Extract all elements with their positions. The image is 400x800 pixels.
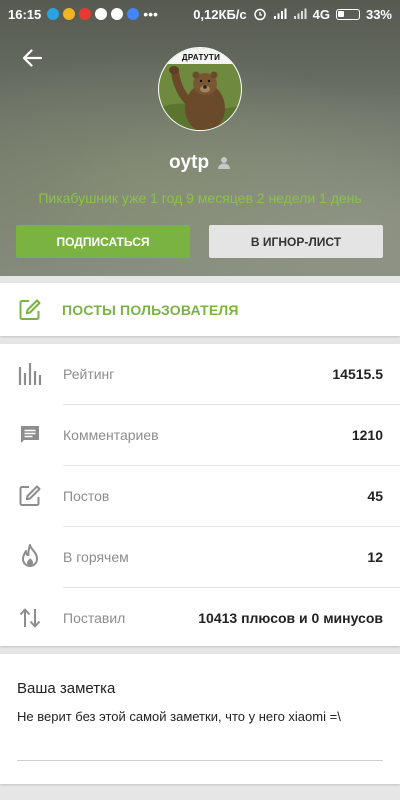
bar-chart-icon bbox=[17, 361, 43, 387]
stat-row-posts: Постов 45 bbox=[0, 466, 400, 526]
status-right: 0,12КБ/с 4G 33% bbox=[193, 7, 392, 22]
avatar[interactable]: ДРАТУТИ bbox=[158, 47, 242, 131]
stat-value: 1210 bbox=[351, 427, 383, 443]
note-card[interactable]: Ваша заметка Не верит без этой самой зам… bbox=[0, 654, 400, 784]
stat-row-votes: Поставил 10413 плюсов и 0 минусов bbox=[0, 588, 400, 648]
more-notifications-icon: ••• bbox=[143, 6, 158, 22]
battery-icon bbox=[335, 8, 360, 20]
subscribe-button[interactable]: ПОДПИСАТЬСЯ bbox=[16, 225, 190, 258]
stat-value: 12 bbox=[367, 549, 383, 565]
flame-icon bbox=[17, 544, 43, 570]
status-time: 16:15 bbox=[8, 6, 42, 22]
username-row: oytp bbox=[0, 152, 400, 174]
telegram-icon bbox=[47, 8, 60, 20]
note-underline bbox=[17, 760, 383, 761]
ignore-list-button[interactable]: В ИГНОР-ЛИСТ bbox=[209, 225, 383, 258]
youtube-icon bbox=[79, 8, 92, 20]
stat-label: Постов bbox=[63, 488, 110, 504]
edit-icon bbox=[19, 299, 41, 320]
stat-row-hot: В горячем 12 bbox=[0, 527, 400, 587]
stat-label: Комментариев bbox=[63, 427, 159, 443]
signal-icon bbox=[273, 8, 287, 19]
notification-icons: ••• bbox=[47, 6, 158, 22]
stat-value: 10413 плюсов и 0 минусов bbox=[198, 610, 383, 626]
stat-row-comments: Комментариев 1210 bbox=[0, 405, 400, 465]
comment-icon bbox=[17, 422, 43, 448]
username: oytp bbox=[168, 152, 210, 173]
stat-label: В горячем bbox=[63, 549, 129, 565]
user-posts-link[interactable]: ПОСТЫ ПОЛЬЗОВАТЕЛЯ bbox=[0, 283, 400, 336]
back-button[interactable] bbox=[16, 44, 48, 72]
tenure-text: Пикабушник уже 1 год 9 месяцев 2 недели … bbox=[38, 190, 362, 206]
signal-icon bbox=[293, 8, 307, 19]
stats-card: Рейтинг 14515.5 Комментариев 1210 Постов… bbox=[0, 344, 400, 646]
network-speed: 0,12КБ/с bbox=[193, 6, 247, 22]
chrome-icon bbox=[111, 8, 124, 20]
battery-level bbox=[337, 10, 344, 17]
stat-value: 14515.5 bbox=[332, 366, 383, 382]
profile-header: 16:15 ••• 0,12КБ/с 4G 33% ДРАТУТИ oytp П… bbox=[0, 0, 400, 276]
arrow-left-icon bbox=[22, 49, 42, 67]
user-icon bbox=[218, 157, 231, 169]
status-bar: 16:15 ••• 0,12КБ/с 4G 33% bbox=[0, 0, 400, 28]
stat-row-rating: Рейтинг 14515.5 bbox=[0, 344, 400, 404]
stat-label: Поставил bbox=[63, 610, 126, 626]
swap-vertical-icon bbox=[17, 605, 43, 631]
avatar-caption: ДРАТУТИ bbox=[181, 53, 221, 62]
network-type: 4G bbox=[312, 6, 330, 22]
stat-label: Рейтинг bbox=[63, 366, 115, 382]
play-store-icon bbox=[95, 8, 108, 20]
app-notification-icon bbox=[63, 8, 76, 20]
stat-value: 45 bbox=[367, 488, 383, 504]
user-posts-label: ПОСТЫ ПОЛЬЗОВАТЕЛЯ bbox=[62, 301, 239, 318]
note-title: Ваша заметка bbox=[17, 680, 116, 697]
app-notification-icon bbox=[127, 8, 140, 20]
alarm-icon bbox=[253, 8, 266, 21]
battery-percent: 33% bbox=[365, 6, 392, 22]
edit-icon bbox=[17, 483, 43, 509]
note-text[interactable]: Не верит без этой самой заметки, что у н… bbox=[17, 707, 377, 726]
